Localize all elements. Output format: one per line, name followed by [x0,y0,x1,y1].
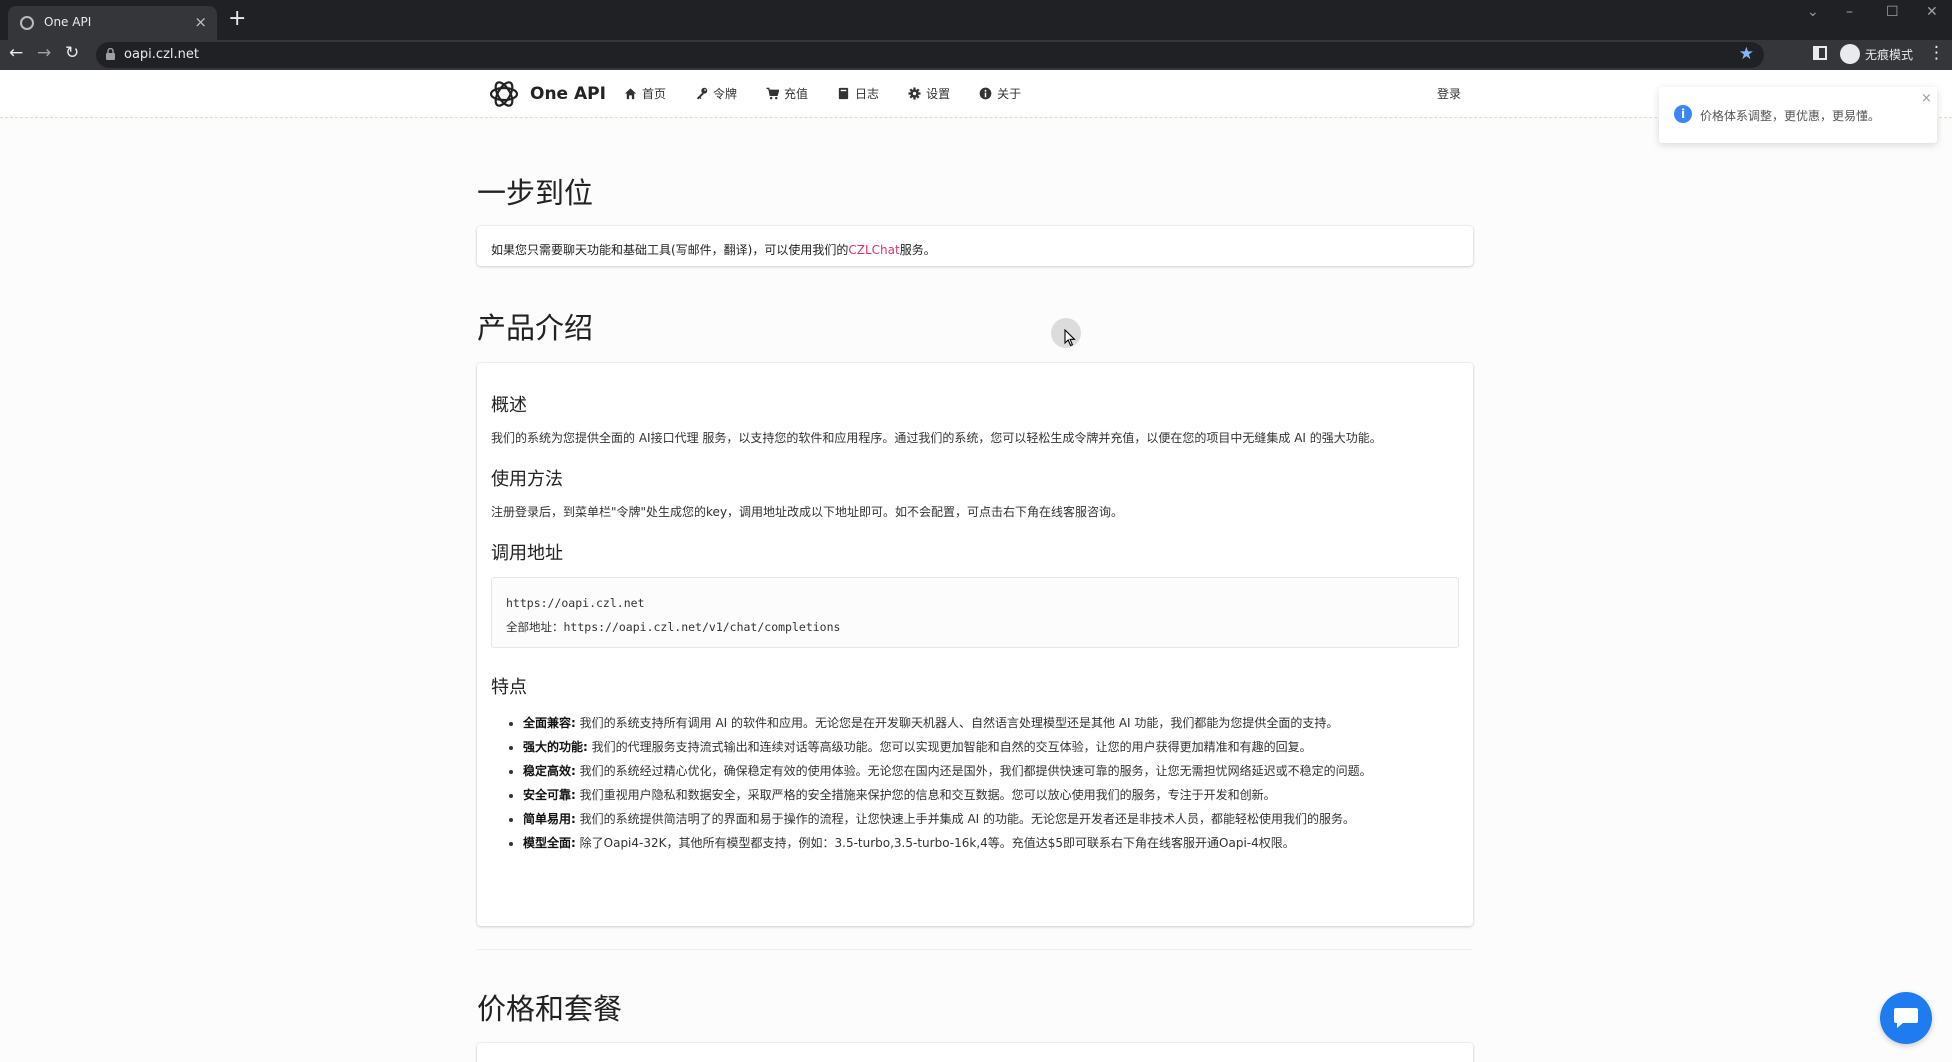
toast-close-icon[interactable]: × [1921,91,1932,106]
endpoint-full-line: 全部地址：https://oapi.czl.net/v1/chat/comple… [506,615,1444,639]
feature-item: 安全可靠: 我们重视用户隐私和数据安全，采取严格的安全措施来保护您的信息和交互数… [523,783,1459,807]
url-text: oapi.czl.net [124,47,199,62]
brand-name: One API [530,84,606,104]
brand[interactable]: One API [488,78,606,110]
feature-item: 简单易用: 我们的系统提供简洁明了的界面和易于操作的流程，让您快速上手并集成 A… [523,807,1459,831]
login-button[interactable]: 登录 [1437,85,1461,102]
usage-text: 注册登录后，到菜单栏"令牌"处生成您的key，调用地址改成以下地址即可。如不会配… [491,505,1124,519]
endpoint-code-block[interactable]: https://oapi.czl.net 全部地址：https://oapi.c… [491,577,1459,648]
features-list: 全面兼容: 我们的系统支持所有调用 AI 的软件和应用。无论您是在开发聊天机器人… [491,711,1459,855]
nav-home-label: 首页 [642,87,667,101]
nav-tokens-label: 令牌 [713,87,738,101]
info-icon: i [1674,105,1692,123]
gear-icon [908,87,921,100]
back-icon[interactable]: ← [9,43,23,63]
intro-text-after: 服务。 [899,243,936,257]
feature-item: 全面兼容: 我们的系统支持所有调用 AI 的软件和应用。无论您是在开发聊天机器人… [523,711,1459,735]
openai-logo-icon [489,81,519,107]
feature-item: 模型全面: 除了Oapi4-32K，其他所有模型都支持，例如：3.5-turbo… [523,831,1459,855]
incognito-label: 无痕模式 [1865,48,1914,62]
mouse-cursor-icon [1064,329,1076,347]
browser-tabbar: One API × + ⌄ – ☐ ✕ [0,0,1952,40]
chrome-favicon [20,16,34,30]
window-close-icon[interactable]: ✕ [1926,4,1938,20]
section-title-product: 产品介绍 [477,311,594,345]
incognito-icon[interactable] [1840,44,1860,64]
czlchat-link[interactable]: CZLChat [848,243,899,257]
key-icon [696,87,708,100]
main-nav: 首页 令牌 充值 日志 设置 关于 [624,85,1050,102]
chat-support-button[interactable] [1880,992,1932,1044]
nav-tokens[interactable]: 令牌 [695,85,737,102]
tab-title: One API [44,15,92,29]
new-tab-button[interactable]: + [228,6,246,31]
browser-tab[interactable]: One API × [8,6,217,40]
endpoint-full-label: 全部地址： [506,620,564,634]
nav-topup-label: 充值 [784,87,809,101]
nav-logs-label: 日志 [855,87,880,101]
feature-item: 稳定高效: 我们的系统经过精心优化，确保稳定有效的使用体验。无论您在国内还是国外… [523,759,1459,783]
feature-item: 强大的功能: 我们的代理服务支持流式输出和连续对话等高级功能。您可以实现更加智能… [523,735,1459,759]
feature-title: 模型全面: [523,836,576,850]
nav-settings[interactable]: 设置 [908,85,950,102]
intro-card: 如果您只需要聊天功能和基础工具(写邮件，翻译)，可以使用我们的CZLChat服务… [477,226,1473,266]
usage-title: 使用方法 [491,469,563,490]
feature-text: 我们的系统支持所有调用 AI 的软件和应用。无论您是在开发聊天机器人、自然语言处… [579,716,1339,730]
nav-settings-label: 设置 [926,87,951,101]
pricing-card [477,1043,1473,1062]
nav-about-label: 关于 [997,87,1022,101]
section-title-pricing: 价格和套餐 [477,992,623,1026]
feature-text: 我们的代理服务支持流式输出和连续对话等高级功能。您可以实现更加智能和自然的交互体… [591,740,1312,754]
endpoint-full-url: https://oapi.czl.net/v1/chat/completions [563,620,841,634]
overview-title: 概述 [491,395,527,416]
feature-title: 安全可靠: [523,788,576,802]
feature-title: 稳定高效: [523,764,576,778]
window-maximize-icon[interactable]: ☐ [1886,4,1899,20]
menu-kebab-icon[interactable]: ⋮ [1928,43,1945,63]
address-bar[interactable]: oapi.czl.net ★ [96,42,1764,68]
reload-icon[interactable]: ↻ [65,43,79,63]
feature-text: 我们的系统经过精心优化，确保稳定有效的使用体验。无论您在国内还是国外，我们都提供… [579,764,1372,778]
cart-icon [766,87,780,100]
lock-icon [106,48,115,60]
feature-text: 除了Oapi4-32K，其他所有模型都支持，例如：3.5-turbo,3.5-t… [579,836,1295,850]
chat-bubble-icon [1894,1008,1918,1028]
nav-logs[interactable]: 日志 [837,85,879,102]
endpoint-base-url: https://oapi.czl.net [506,596,645,610]
star-icon[interactable]: ★ [1739,44,1754,64]
forward-icon[interactable]: → [37,43,51,63]
feature-text: 我们的系统提供简洁明了的界面和易于操作的流程，让您快速上手并集成 AI 的功能。… [579,812,1356,826]
side-panel-icon[interactable] [1813,46,1827,60]
home-icon [624,88,637,100]
nav-home[interactable]: 首页 [624,85,666,102]
endpoint-title: 调用地址 [491,543,563,564]
toast-message: 价格体系调整，更优惠，更易懂。 [1700,109,1881,123]
feature-title: 简单易用: [523,812,576,826]
section-title-oneclick: 一步到位 [477,176,594,210]
browser-toolbar: ← → ↻ oapi.czl.net ★ 无痕模式 ⋮ [0,40,1952,70]
nav-topup[interactable]: 充值 [766,85,808,102]
tab-close-icon[interactable]: × [194,13,207,31]
intro-text-before: 如果您只需要聊天功能和基础工具(写邮件，翻译)，可以使用我们的 [491,243,849,257]
window-minimize-icon[interactable]: – [1846,4,1853,20]
info-icon [979,87,992,100]
overview-text: 我们的系统为您提供全面的 AI接口代理 服务，以支持您的软件和应用程序。通过我们… [491,431,1382,445]
notification-toast: i 价格体系调整，更优惠，更易懂。 × [1659,87,1937,143]
window-collapse-icon[interactable]: ⌄ [1807,4,1819,20]
book-icon [838,87,849,100]
section-divider [477,949,1473,950]
feature-title: 强大的功能: [523,740,588,754]
features-title: 特点 [491,677,527,698]
nav-about[interactable]: 关于 [979,85,1021,102]
product-card: 概述 我们的系统为您提供全面的 AI接口代理 服务，以支持您的软件和应用程序。通… [477,363,1473,926]
feature-title: 全面兼容: [523,716,576,730]
feature-text: 我们重视用户隐私和数据安全，采取严格的安全措施来保护您的信息和交互数据。您可以放… [579,788,1276,802]
